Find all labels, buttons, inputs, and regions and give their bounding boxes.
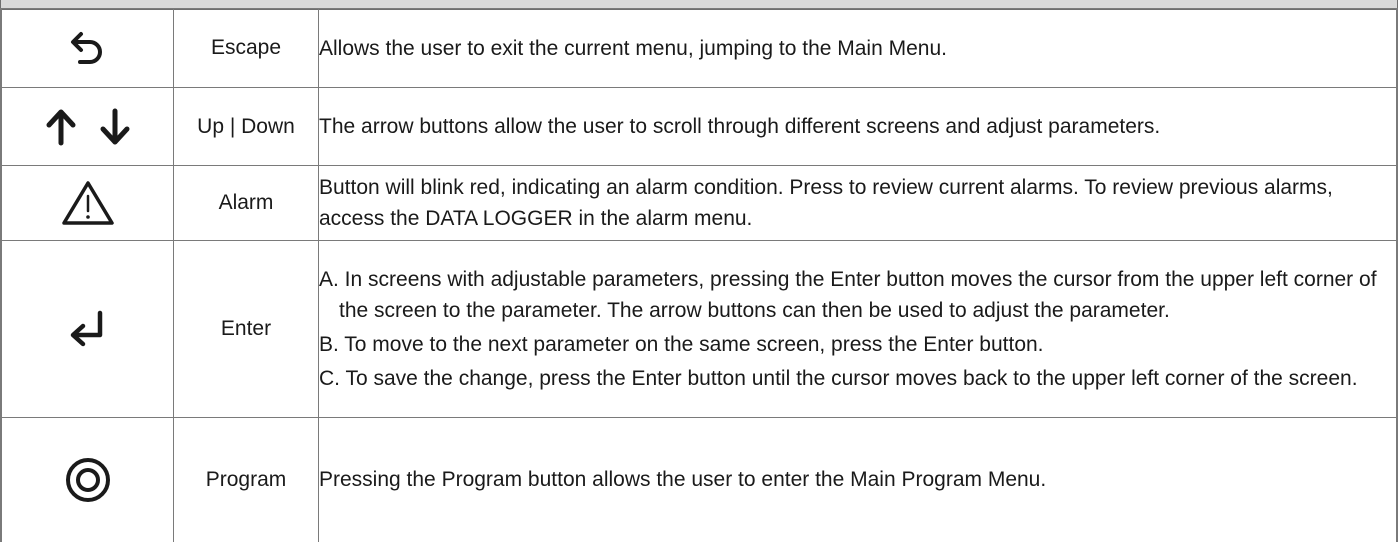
button-name: Program [173,417,319,542]
enter-step-c: C. To save the change, press the Enter b… [319,367,1358,390]
button-description: The arrow buttons allow the user to scro… [318,87,1398,166]
program-circle-icon [64,457,112,502]
enter-step-a: A. In screens with adjustable parameters… [319,268,1377,322]
icon-cell [0,8,174,88]
button-name: Alarm [173,165,319,241]
enter-return-arrow-icon [66,310,110,347]
table-row: Program Pressing the Program button allo… [0,417,1398,542]
alarm-warning-triangle-icon [61,181,115,225]
icon-cell [0,417,174,542]
table-row: Up | Down The arrow buttons allow the us… [0,87,1398,166]
button-name: Up | Down [173,87,319,166]
button-name: Enter [173,240,319,418]
button-description: Allows the user to exit the current menu… [318,8,1398,88]
table-row: Escape Allows the user to exit the curre… [0,8,1398,88]
button-description: Button will blink red, indicating an ala… [318,165,1398,241]
icon-cell [0,165,174,241]
up-down-arrows-icon [43,108,133,145]
button-name: Escape [173,8,319,88]
table-row: Alarm Button will blink red, indicating … [0,165,1398,241]
enter-step-b: B. To move to the next parameter on the … [319,333,1044,356]
keypad-buttons-table: Escape Allows the user to exit the curre… [0,8,1398,542]
icon-cell [0,240,174,418]
button-description: Pressing the Program button allows the u… [318,417,1398,542]
button-description: A. In screens with adjustable parameters… [318,240,1398,418]
icon-cell [0,87,174,166]
table-row: Enter A. In screens with adjustable para… [0,240,1398,418]
escape-back-arrow-icon [68,32,108,64]
